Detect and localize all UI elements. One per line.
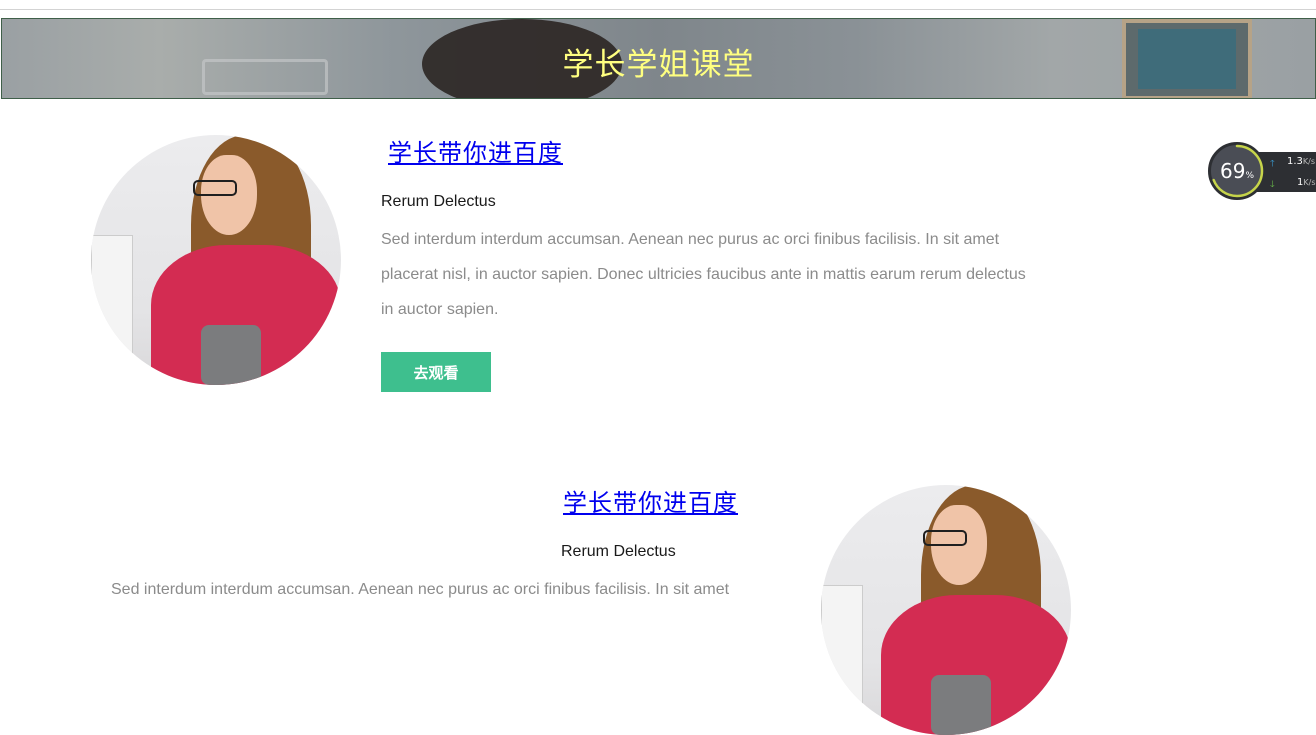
banner-title: 学长学姐课堂	[562, 47, 755, 83]
card-1-subtitle: Rerum Delectus	[381, 193, 496, 210]
card-1-watch-button[interactable]: 去观看	[381, 352, 491, 392]
card-2-subtitle: Rerum Delectus	[561, 543, 676, 560]
card-1-description-line: in auctor sapien.	[381, 301, 499, 318]
card-1-avatar-image	[91, 135, 341, 385]
top-divider	[0, 9, 1316, 10]
memory-usage-gauge[interactable]: 69%	[1208, 142, 1266, 200]
download-arrow-icon: 🡓	[1270, 179, 1275, 189]
upload-speed-value: 1.3	[1287, 156, 1303, 167]
card-2-description: Sed interdum interdum accumsan. Aenean n…	[111, 572, 801, 607]
download-speed-unit: K/s	[1303, 178, 1316, 187]
upload-speed-unit: K/s	[1302, 157, 1316, 166]
card-2-avatar-image	[821, 485, 1071, 735]
header-banner: 学长学姐课堂	[1, 18, 1316, 99]
network-speed-widget[interactable]: 1.3K/s 🡑 1K/s 🡓 69%	[1208, 142, 1316, 202]
card-1-description: Sed interdum interdum accumsan. Aenean n…	[381, 222, 1101, 327]
card-1-description-line: placerat nisl, in auctor sapien. Donec u…	[381, 266, 1026, 283]
upload-arrow-icon: 🡑	[1270, 158, 1275, 168]
card-2-description-line: Sed interdum interdum accumsan. Aenean n…	[111, 581, 730, 598]
card-1-title-link[interactable]: 学长带你进百度	[388, 133, 563, 168]
card-1-description-line: Sed interdum interdum accumsan. Aenean n…	[381, 231, 1000, 248]
card-2-title-link[interactable]: 学长带你进百度	[563, 483, 738, 518]
gauge-ring-icon	[1210, 144, 1264, 198]
